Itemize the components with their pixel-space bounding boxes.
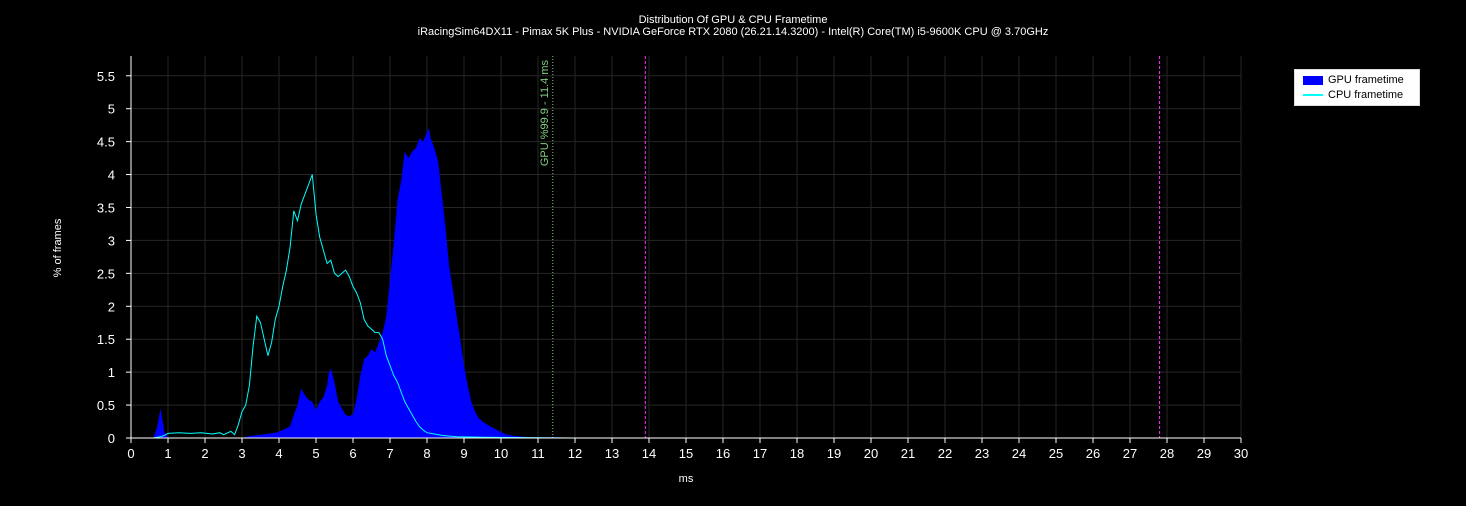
x-tick-label: 5 xyxy=(312,446,319,461)
x-tick-label: 27 xyxy=(1123,446,1137,461)
y-tick-label: 5.5 xyxy=(97,69,115,84)
x-tick-label: 16 xyxy=(716,446,730,461)
legend: GPU frametime CPU frametime xyxy=(1294,69,1420,106)
y-tick-label: 4 xyxy=(108,168,115,183)
x-tick-label: 29 xyxy=(1197,446,1211,461)
legend-label-cpu: CPU frametime xyxy=(1328,89,1404,101)
y-tick-label: 0 xyxy=(108,431,115,446)
legend-swatch-gpu xyxy=(1303,75,1323,85)
x-tick-label: 23 xyxy=(975,446,989,461)
x-tick-label: 13 xyxy=(605,446,619,461)
legend-label-gpu: GPU frametime xyxy=(1328,74,1404,86)
x-tick-label: 21 xyxy=(901,446,915,461)
x-tick-label: 3 xyxy=(238,446,245,461)
y-tick-label: 3.5 xyxy=(97,200,115,215)
x-tick-label: 22 xyxy=(938,446,952,461)
x-tick-label: 2 xyxy=(201,446,208,461)
x-tick-label: 1 xyxy=(164,446,171,461)
x-tick-label: 25 xyxy=(1049,446,1063,461)
x-tick-label: 4 xyxy=(275,446,282,461)
frametime-chart: GPU %99.9 - 11.4 ms 0 1 2 3 4 5 6 7 8 9 10 11 12 13 14… xyxy=(97,56,1248,461)
x-ticks: 0 1 2 3 4 5 6 7 8 9 10 11 12 13 14 15 16 17 18 19 20 21 22 23 24… xyxy=(127,438,1248,461)
x-tick-label: 20 xyxy=(864,446,878,461)
x-tick-label: 6 xyxy=(349,446,356,461)
x-tick-label: 12 xyxy=(568,446,582,461)
y-axis-label: % of frames xyxy=(52,218,64,278)
y-tick-label: 0.5 xyxy=(97,398,115,413)
y-tick-label: 5 xyxy=(108,102,115,117)
y-ticks: 0 0.5 1 1.5 2 2.5 3 3.5 4 4.5 5 5.5 xyxy=(97,69,131,446)
x-tick-label: 14 xyxy=(642,446,656,461)
x-tick-label: 19 xyxy=(827,446,841,461)
y-tick-label: 2.5 xyxy=(97,266,115,281)
y-tick-label: 4.5 xyxy=(97,135,115,150)
grid-lines xyxy=(131,56,1242,438)
x-tick-label: 9 xyxy=(460,446,467,461)
annotation-label-0: GPU %99.9 - 11.4 ms xyxy=(539,60,551,167)
legend-item-cpu: CPU frametime xyxy=(1303,88,1403,102)
annotation-layer: GPU %99.9 - 11.4 ms xyxy=(539,56,1161,438)
x-tick-label: 24 xyxy=(1012,446,1026,461)
y-tick-label: 3 xyxy=(108,233,115,248)
x-tick-label: 30 xyxy=(1234,446,1248,461)
x-tick-label: 7 xyxy=(386,446,393,461)
x-tick-label: 17 xyxy=(753,446,767,461)
x-tick-label: 8 xyxy=(423,446,430,461)
y-tick-label: 2 xyxy=(108,299,115,314)
y-tick-label: 1 xyxy=(108,365,115,380)
x-tick-label: 15 xyxy=(679,446,693,461)
x-tick-label: 11 xyxy=(531,446,545,461)
x-tick-label: 10 xyxy=(494,446,508,461)
x-tick-label: 0 xyxy=(127,446,134,461)
legend-swatch-cpu xyxy=(1303,94,1323,96)
x-axis-label: ms xyxy=(678,473,694,485)
x-tick-label: 26 xyxy=(1086,446,1100,461)
x-tick-label: 18 xyxy=(790,446,804,461)
y-tick-label: 1.5 xyxy=(97,332,115,347)
x-tick-label: 28 xyxy=(1160,446,1174,461)
legend-item-gpu: GPU frametime xyxy=(1303,73,1404,87)
